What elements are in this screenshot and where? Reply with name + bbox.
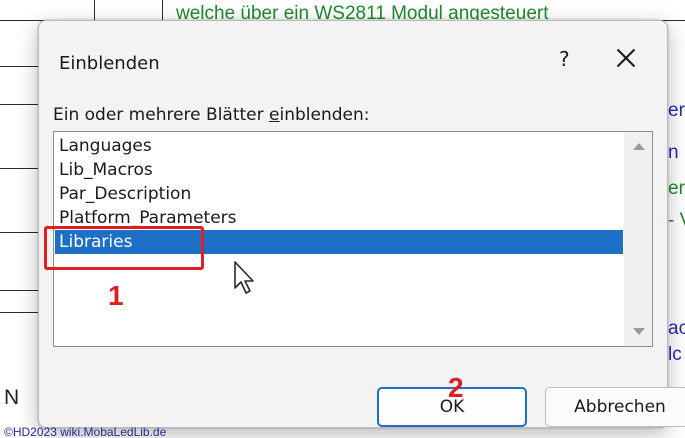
list-item[interactable]: Lib_Macros	[59, 158, 153, 182]
cell-letter: N	[4, 386, 20, 409]
mouse-pointer-icon	[234, 261, 254, 294]
cell-fragment: ac	[668, 318, 685, 339]
cell-fragment: n	[668, 142, 679, 163]
dialog-title: Einblenden	[59, 53, 160, 74]
grid-line	[0, 168, 40, 169]
mnemonic-letter: e	[269, 105, 280, 125]
cancel-button[interactable]: Abbrechen	[545, 387, 685, 427]
help-button[interactable]: ?	[559, 47, 570, 71]
grid-line	[94, 0, 95, 22]
vertical-scrollbar[interactable]	[624, 132, 652, 346]
step-1-label: 1	[108, 280, 124, 311]
grid-line	[162, 0, 163, 22]
cell-fragment: lc	[668, 344, 682, 365]
sheet-prompt-label: Ein oder mehrere Blätter einblenden:	[53, 105, 370, 125]
close-icon[interactable]	[613, 45, 639, 71]
scroll-up-icon[interactable]	[633, 143, 645, 150]
watermark: ©HD2023 wiki.MobaLedLib.de	[4, 425, 167, 438]
scroll-down-icon[interactable]	[633, 328, 645, 335]
list-item[interactable]: Par_Description	[59, 182, 191, 206]
grid-line	[0, 104, 40, 105]
grid-line	[0, 232, 40, 233]
unhide-dialog: Einblenden ? Ein oder mehrere Blätter ei…	[38, 20, 685, 428]
cell-fragment: - V	[668, 210, 685, 231]
step-2-label: 2	[448, 372, 464, 403]
cell-fragment: er	[668, 100, 685, 121]
highlight-box	[44, 226, 204, 270]
grid-line	[0, 290, 40, 291]
cell-fragment: er	[668, 178, 685, 199]
list-item[interactable]: Languages	[59, 134, 152, 158]
grid-line	[0, 312, 40, 313]
grid-line	[0, 66, 40, 67]
